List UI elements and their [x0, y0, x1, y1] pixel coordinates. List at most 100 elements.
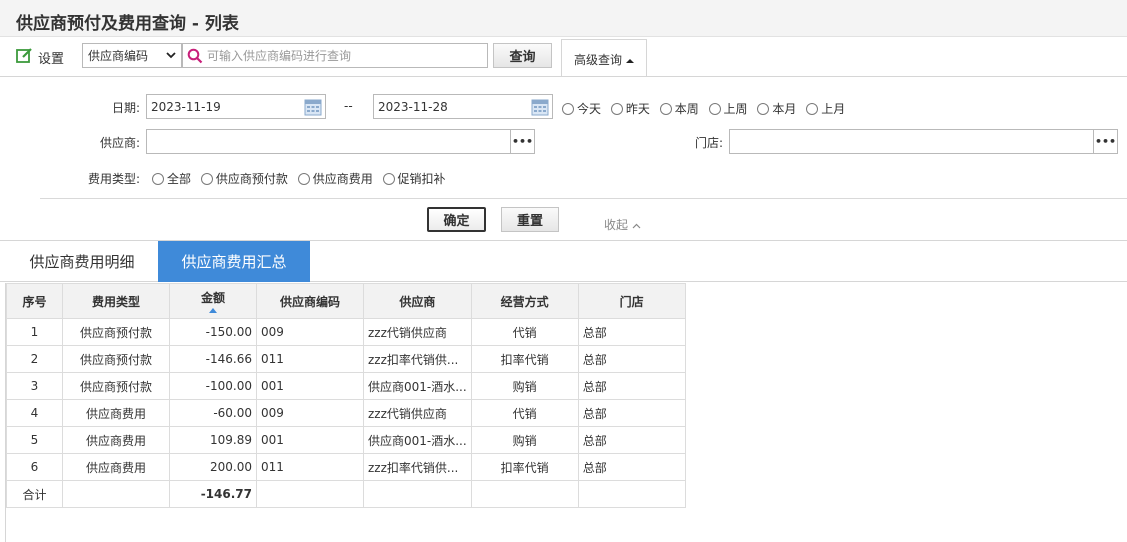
- reset-button[interactable]: 重置: [501, 207, 559, 232]
- cell-store: 总部: [577, 426, 686, 454]
- col-fee-type[interactable]: 费用类型: [62, 283, 170, 319]
- collapse-link[interactable]: 收起: [604, 216, 641, 233]
- col-supplier-code[interactable]: 供应商编码: [256, 283, 364, 319]
- chevron-up-icon: [632, 218, 641, 232]
- settings-button[interactable]: 设置: [16, 47, 64, 67]
- total-label: 合计: [6, 480, 63, 508]
- cell-supplier-code: 011: [256, 345, 364, 373]
- table-row[interactable]: 6 供应商费用 200.00 011 zzz扣率代销供... 扣率代销 总部: [6, 453, 686, 481]
- calendar-icon[interactable]: [531, 98, 549, 116]
- date-to-input[interactable]: 2023-11-28: [373, 94, 553, 119]
- collapse-label: 收起: [604, 218, 629, 232]
- results-table: 序号 费用类型 金额 供应商编码 供应商 经营方式 门店 1 供应商预付款 -150…: [6, 283, 686, 508]
- fee-type-group: 全部 供应商预付款 供应商费用 促销扣补: [152, 170, 452, 188]
- advanced-query-tab[interactable]: 高级查询: [561, 39, 647, 79]
- radio-today[interactable]: 今天: [562, 100, 601, 117]
- cell-store: 总部: [577, 453, 686, 481]
- settings-label: 设置: [38, 51, 65, 67]
- cell-empty: [577, 480, 686, 508]
- radio-label: 供应商费用: [312, 172, 373, 186]
- query-button[interactable]: 查询: [493, 43, 552, 68]
- result-tabs: 供应商费用明细 供应商费用汇总: [0, 240, 1127, 282]
- cell-empty: [62, 480, 170, 508]
- title-bar: 供应商预付及费用查询 - 列表: [0, 0, 1127, 37]
- date-from-input[interactable]: 2023-11-19: [146, 94, 326, 119]
- edit-icon: [16, 47, 33, 68]
- radio-label: 促销扣补: [397, 172, 446, 186]
- cell-mode: 扣率代销: [470, 345, 579, 373]
- date-from-value: 2023-11-19: [151, 99, 221, 114]
- search-field-select[interactable]: 供应商编码: [82, 43, 182, 68]
- cell-fee-type: 供应商预付款: [62, 345, 170, 373]
- cell-amount: -146.66: [169, 345, 257, 373]
- tab-fee-summary[interactable]: 供应商费用汇总: [158, 241, 310, 282]
- radio-label: 上月: [821, 102, 846, 116]
- cell-fee-type: 供应商费用: [62, 426, 170, 454]
- table-row[interactable]: 5 供应商费用 109.89 001 供应商001-酒水... 购销 总部: [6, 426, 686, 454]
- cell-amount: 109.89: [169, 426, 257, 454]
- cell-supplier: zzz扣率代销供...: [363, 345, 472, 373]
- fee-type-label: 费用类型:: [88, 172, 141, 186]
- radio-last-month[interactable]: 上月: [806, 100, 845, 117]
- divider: [40, 198, 1127, 199]
- cell-seq: 4: [6, 399, 63, 427]
- cell-seq: 3: [6, 372, 63, 400]
- table-row[interactable]: 3 供应商预付款 -100.00 001 供应商001-酒水... 购销 总部: [6, 372, 686, 400]
- cell-store: 总部: [577, 372, 686, 400]
- cell-fee-type: 供应商预付款: [62, 318, 170, 346]
- col-seq[interactable]: 序号: [6, 283, 63, 319]
- radio-fee-all[interactable]: 全部: [152, 170, 191, 187]
- date-separator: --: [344, 99, 353, 113]
- cell-fee-type: 供应商费用: [62, 453, 170, 481]
- col-store[interactable]: 门店: [577, 283, 686, 319]
- cell-empty: [256, 480, 364, 508]
- cell-mode: 代销: [470, 399, 579, 427]
- radio-label: 上周: [723, 102, 748, 116]
- table-row[interactable]: 2 供应商预付款 -146.66 011 zzz扣率代销供... 扣率代销 总部: [6, 345, 686, 373]
- store-input[interactable]: •••: [729, 129, 1118, 154]
- radio-label: 昨天: [625, 102, 650, 116]
- cell-supplier-code: 001: [256, 426, 364, 454]
- table-row[interactable]: 4 供应商费用 -60.00 009 zzz代销供应商 代销 总部: [6, 399, 686, 427]
- radio-yesterday[interactable]: 昨天: [610, 100, 650, 117]
- radio-circle: [708, 102, 721, 115]
- confirm-button[interactable]: 确定: [427, 207, 486, 232]
- radio-last-week[interactable]: 上周: [708, 100, 748, 117]
- cell-seq: 2: [6, 345, 63, 373]
- col-supplier[interactable]: 供应商: [363, 283, 472, 319]
- cell-supplier: 供应商001-酒水...: [363, 372, 472, 400]
- supplier-input[interactable]: •••: [146, 129, 535, 154]
- more-icon[interactable]: •••: [1093, 130, 1117, 153]
- search-input[interactable]: 可输入供应商编码进行查询: [182, 43, 488, 68]
- search-placeholder: 可输入供应商编码进行查询: [207, 49, 352, 63]
- radio-fee-prepay[interactable]: 供应商预付款: [200, 170, 288, 187]
- cell-seq: 5: [6, 426, 63, 454]
- cell-fee-type: 供应商费用: [62, 399, 170, 427]
- tab-fee-detail[interactable]: 供应商费用明细: [6, 241, 158, 282]
- cell-supplier: zzz代销供应商: [363, 318, 472, 346]
- advanced-filter-panel: 日期: 2023-11-19 -- 2023-11-28 今天 昨天 本周 上周…: [0, 76, 1127, 241]
- store-label: 门店:: [695, 136, 724, 150]
- radio-this-week[interactable]: 本周: [659, 100, 699, 117]
- supplier-label: 供应商:: [100, 136, 141, 150]
- cell-supplier-code: 001: [256, 372, 364, 400]
- radio-circle: [610, 102, 623, 115]
- col-amount[interactable]: 金额: [169, 283, 257, 319]
- more-icon[interactable]: •••: [510, 130, 534, 153]
- results-table-wrap: 序号 费用类型 金额 供应商编码 供应商 经营方式 门店 1 供应商预付款 -150…: [6, 283, 686, 508]
- cell-store: 总部: [577, 345, 686, 373]
- radio-circle: [659, 102, 672, 115]
- radio-label: 全部: [167, 172, 192, 186]
- calendar-icon[interactable]: [304, 98, 322, 116]
- radio-circle: [297, 172, 310, 185]
- date-to-value: 2023-11-28: [378, 99, 448, 114]
- radio-fee-promo[interactable]: 促销扣补: [382, 170, 446, 187]
- radio-label: 本月: [772, 102, 797, 116]
- cell-fee-type: 供应商预付款: [62, 372, 170, 400]
- radio-this-month[interactable]: 本月: [757, 100, 796, 117]
- table-row[interactable]: 1 供应商预付款 -150.00 009 zzz代销供应商 代销 总部: [6, 318, 686, 346]
- cell-mode: 代销: [470, 318, 579, 346]
- radio-fee-supplier[interactable]: 供应商费用: [297, 170, 373, 187]
- col-amount-label: 金额: [200, 291, 225, 305]
- col-mode[interactable]: 经营方式: [470, 283, 579, 319]
